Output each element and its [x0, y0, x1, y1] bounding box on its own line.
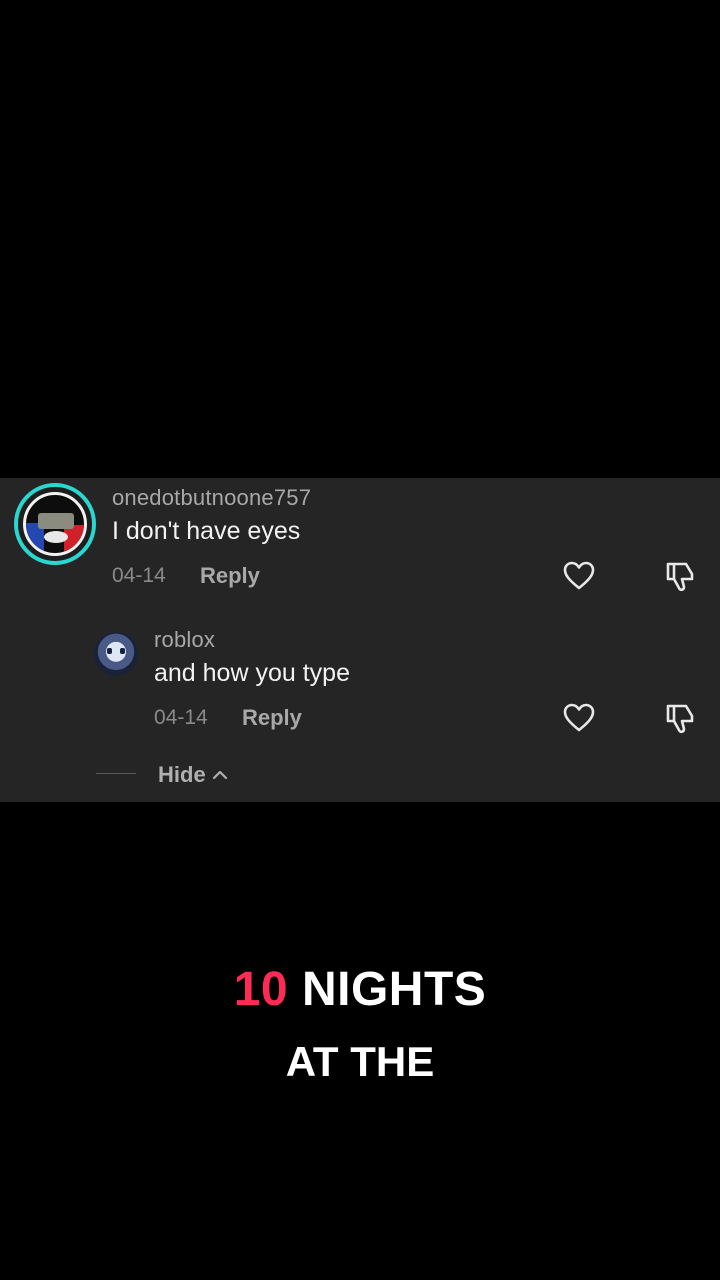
chevron-up-icon: [212, 770, 227, 780]
caption-word: NIGHTS: [301, 963, 487, 1016]
divider: [96, 773, 136, 774]
reply-button[interactable]: Reply: [242, 705, 302, 731]
comment-date: 04-14: [154, 706, 208, 729]
caption-number: 10: [233, 963, 289, 1016]
comment-text: I don't have eyes: [112, 517, 301, 545]
comment-text: and how you type: [154, 659, 350, 687]
video-caption-line-2: AT THE: [285, 1038, 435, 1085]
hide-replies-button[interactable]: Hide: [158, 762, 228, 788]
comment-username[interactable]: roblox: [154, 627, 215, 653]
heart-outline-icon[interactable]: [563, 561, 595, 591]
avatar[interactable]: [14, 483, 96, 565]
thumbs-down-icon[interactable]: [664, 702, 698, 736]
reply-button[interactable]: Reply: [200, 563, 260, 589]
hide-label: Hide: [158, 762, 206, 787]
comment-username[interactable]: onedotbutnoone757: [112, 485, 311, 511]
thumbs-down-icon[interactable]: [664, 560, 698, 594]
avatar[interactable]: [94, 632, 138, 676]
heart-outline-icon[interactable]: [563, 703, 595, 733]
video-caption-line-1: 10 NIGHTS: [0, 962, 720, 1017]
comment-date: 04-14: [112, 564, 166, 587]
